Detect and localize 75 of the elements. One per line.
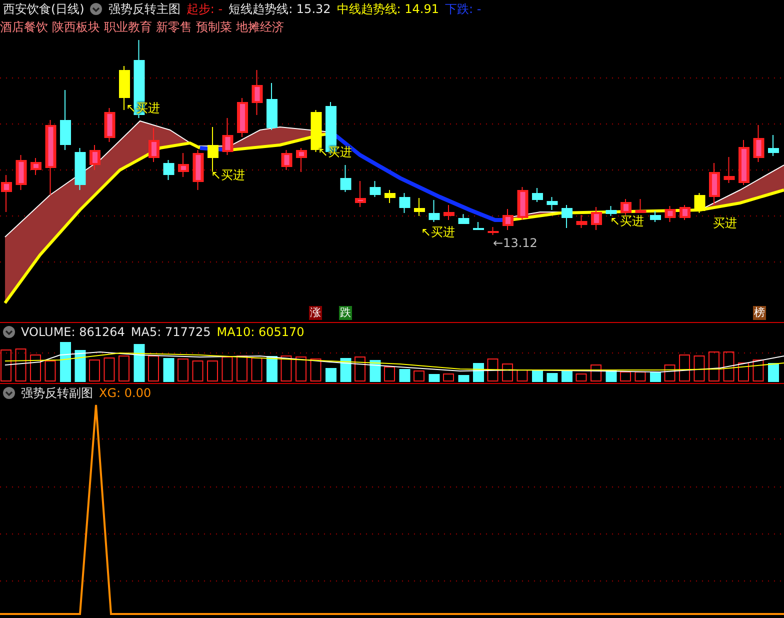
candlestick (635, 198, 646, 214)
sector-tag[interactable]: 新零售 (156, 18, 192, 36)
sector-tag[interactable]: 职业教育 (104, 18, 152, 36)
buy-signal-label: ↖买进 (211, 167, 246, 184)
candlestick (399, 192, 410, 214)
sector-tag[interactable]: 陕西板块 (52, 18, 100, 36)
candlestick (192, 150, 204, 190)
candlestick (502, 208, 514, 230)
candlestick (694, 192, 706, 214)
candlestick (768, 134, 779, 156)
collapse-icon[interactable] (90, 3, 102, 15)
candlestick (281, 150, 292, 170)
sector-tag[interactable]: 地摊经济 (236, 18, 284, 36)
candlestick (517, 186, 528, 220)
signal-marker: 跌 (339, 306, 352, 320)
candlestick (178, 152, 189, 178)
volume-reading: MA5: 717725 (130, 325, 211, 339)
candlestick (546, 196, 558, 210)
stock-title: 西安饮食(日线) (3, 0, 84, 18)
candlestick (90, 144, 100, 170)
candlestick (650, 210, 661, 222)
buy-signal-label: ↖买进 (610, 213, 644, 230)
candlestick (753, 124, 764, 162)
candlestick (562, 204, 572, 228)
candlestick (266, 82, 278, 130)
candlestick (340, 164, 352, 192)
indicator-reading: 中线趋势线: 14.91 (336, 0, 439, 18)
candlestick (664, 206, 676, 222)
candlestick (237, 98, 248, 138)
candlestick (591, 206, 602, 230)
candlestick (473, 222, 484, 230)
candlestick (738, 140, 750, 186)
candlestick (384, 190, 396, 204)
candlestick (296, 148, 307, 172)
candlestick (680, 204, 690, 220)
candlestick (222, 118, 234, 156)
volume-reading: MA10: 605170 (216, 325, 304, 339)
xg-reading: XG: 0.00 (99, 386, 152, 400)
candlestick (444, 204, 454, 220)
low-price-label: ←13.12 (493, 236, 538, 250)
candlestick (370, 180, 381, 198)
signal-marker: 榜 (753, 306, 766, 320)
candlestick (414, 198, 425, 216)
buy-signal-label: 买进 (713, 215, 737, 232)
indicator-title: 强势反转主图 (108, 0, 180, 18)
signal-marker: 涨 (309, 306, 322, 320)
candlestick (163, 160, 174, 180)
candlestick (576, 214, 588, 228)
sector-tag[interactable]: 预制菜 (196, 18, 232, 36)
candlestick (74, 148, 86, 190)
sector-tag[interactable]: 酒店餐饮 (0, 18, 48, 36)
candlestick (606, 206, 617, 216)
candlestick (148, 128, 160, 162)
indicator-reading: 下跌: - (445, 0, 482, 18)
candlestick (355, 180, 366, 208)
collapse-icon[interactable] (3, 387, 15, 399)
candlestick (252, 70, 263, 116)
candlestick (208, 126, 218, 172)
candlestick (724, 156, 735, 184)
candlestick (488, 226, 499, 236)
sub-chart-title: 强势反转副图 (21, 384, 93, 402)
candlestick (458, 214, 470, 224)
candlestick (30, 158, 42, 176)
candlestick (709, 162, 720, 206)
candlestick (1, 174, 12, 212)
indicator-reading: 短线趋势线: 15.32 (228, 0, 331, 18)
indicator-reading: 起步: - (186, 0, 223, 18)
volume-reading: VOLUME: 861264 (21, 325, 125, 339)
buy-signal-label: ↖买进 (421, 224, 456, 241)
candlestick (428, 200, 440, 222)
candlestick (532, 188, 543, 202)
collapse-icon[interactable] (3, 326, 15, 338)
candlestick (60, 90, 71, 150)
candlestick (104, 108, 116, 142)
candlestick (16, 154, 27, 190)
